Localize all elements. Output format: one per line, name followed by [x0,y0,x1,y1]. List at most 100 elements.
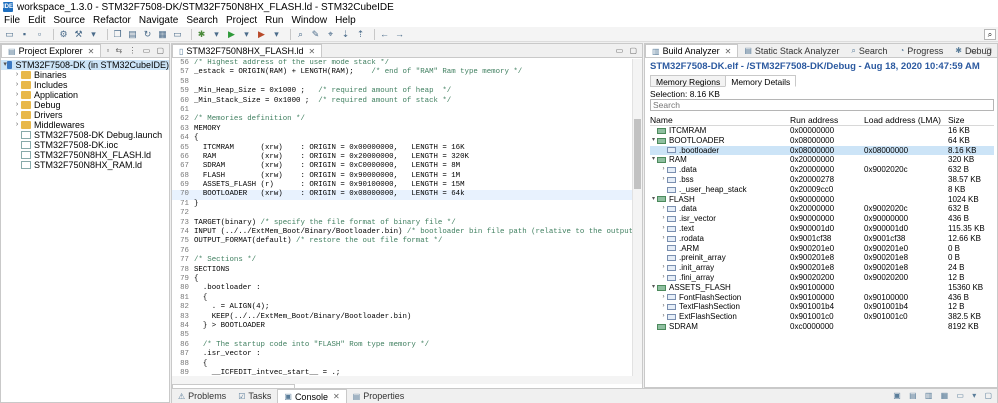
menu-item-refactor[interactable]: Refactor [93,15,131,26]
editor-window-controls[interactable]: ▭ ▢ [616,46,639,55]
table-row[interactable]: .bootloader 0x08000000 0x08000000 8.16 KB [650,145,994,156]
code-line[interactable]: 73 TARGET(binary) /* specify the file for… [172,219,632,228]
code-line[interactable]: 83 KEEP(../../ExtMem_Boot/Binary/Bootloa… [172,313,632,322]
table-row[interactable]: .ARM 0x900201e0 0x900201e0 0 B [650,244,994,254]
tree-item[interactable]: › Includes [1,80,169,90]
forward-icon[interactable]: → [394,29,405,39]
tree-item[interactable]: › Application [1,90,169,100]
tab-static-stack-analyzer[interactable]: ▤ Static Stack Analyzer [738,44,845,57]
save-all-icon[interactable]: ▫ [34,29,45,39]
chevron-icon[interactable]: ▾ [650,283,657,293]
chip-icon[interactable]: ▦ [157,29,168,39]
code-line[interactable]: 85 [172,331,632,340]
chevron-down-icon[interactable]: ▾ [271,29,282,39]
paste-icon[interactable]: ▤ [127,29,138,39]
view-controls[interactable]: ▫ ⇆ ⋮ ▭ ▢ [106,46,166,55]
table-row[interactable]: › .rodata 0x9001cf38 0x9001cf38 12.66 KB [650,234,994,244]
menu-item-navigate[interactable]: Navigate [139,15,178,26]
menu-item-window[interactable]: Window [291,15,327,26]
view-controls[interactable]: ▭ ▢ [971,46,994,55]
copy-icon[interactable]: ❐ [112,29,123,39]
chevron-icon[interactable]: › [660,263,667,273]
code-line[interactable]: 60 _Min_Stack_Size = 0x1000 ; /* required… [172,97,632,106]
table-row[interactable]: SDRAM 0xc0000000 8192 KB [650,322,994,332]
column-header[interactable]: Run address (VMA) [790,114,864,125]
close-icon[interactable]: ✕ [333,392,340,401]
menu-item-search[interactable]: Search [186,15,218,26]
tree-item[interactable]: STM32F7508-DK.ioc [1,140,169,150]
code-line[interactable]: 64 { [172,134,632,143]
code-line[interactable]: 62 /* Memories definition */ [172,115,632,124]
chevron-icon[interactable]: › [13,80,21,90]
code-line[interactable]: 79 { [172,275,632,284]
menu-item-project[interactable]: Project [226,15,257,26]
tab-properties[interactable]: ▤ Properties [347,389,411,403]
save-icon[interactable]: ▪ [19,29,30,39]
code-line[interactable]: 70 BOOTLOADER (xrw) : ORIGIN = 0x0800000… [172,190,632,200]
new-icon[interactable]: ▭ [4,29,15,39]
back-icon[interactable]: ← [379,29,390,39]
annotation-icon[interactable]: ✎ [310,29,321,39]
chevron-icon[interactable]: › [13,110,21,120]
chevron-icon[interactable]: › [13,100,21,110]
table-row[interactable]: › .fini_array 0x90020200 0x90020200 12 B [650,273,994,283]
tab-tasks[interactable]: ☑ Tasks [232,389,277,403]
table-row[interactable]: › .bss 0x20000278 38.57 KB [650,175,994,185]
code-line[interactable]: 61 [172,106,632,115]
quick-access-icon[interactable]: ⌕ [984,29,996,40]
code-line[interactable]: 75 OUTPUT_FORMAT(default) /* restore the … [172,237,632,246]
code-line[interactable]: 69 ASSETS_FLASH (r) : ORIGIN = 0x9010000… [172,181,632,190]
search-input[interactable] [650,99,994,111]
table-row[interactable]: .preinit_array 0x900201e8 0x900201e8 0 B [650,253,994,263]
code-line[interactable]: 58 [172,78,632,87]
pin-icon[interactable]: ⌖ [325,29,336,39]
table-row[interactable]: › ExtFlashSection 0x901001c0 0x901001c0 382.… [650,312,994,322]
code-line[interactable]: 88 { [172,360,632,369]
table-row[interactable]: › .isr_vector 0x90000000 0x90000000 436 B [650,214,994,224]
search-icon[interactable]: ⌕ [295,29,306,39]
chevron-icon[interactable]: › [660,234,667,244]
editor-horizontal-scrollbar[interactable] [172,376,642,384]
build-hammer-icon[interactable]: ⚒ [73,29,84,39]
table-row[interactable]: › .data 0x20000000 0x9002020c 632 B [650,204,994,214]
table-row[interactable]: › .text 0x900001d0 0x900001d0 115.35 KB [650,224,994,234]
tab-progress[interactable]: ◔ Progress [893,44,949,57]
table-row[interactable]: › FontFlashSection 0x90100000 0x90100000 436… [650,293,994,303]
tab-console[interactable]: ▣ Console ✕ [277,389,347,403]
code-line[interactable]: 63 MEMORY [172,125,632,134]
code-line[interactable]: 86 /* The startup code into "FLASH" Rom … [172,341,632,350]
table-row[interactable]: › .data 0x20000000 0x9002020c 632 B [650,165,994,175]
subtab-memory-regions[interactable]: Memory Regions [650,75,727,87]
code-line[interactable]: 89 __ICFEDIT_intvec_start__ = .; [172,369,632,376]
bottom-panel-tools[interactable]: ▣ ▤ ▥ ▦ ▭ ▾ ▢ [893,391,995,400]
menu-item-file[interactable]: File [4,15,20,26]
tree-item[interactable]: › Debug [1,100,169,110]
subtab-memory-details[interactable]: Memory Details [725,75,797,87]
chevron-icon[interactable]: › [660,165,667,175]
code-line[interactable]: 66 RAM (xrw) : ORIGIN = 0x20000000, LENG… [172,153,632,162]
table-row[interactable]: ITCMRAM 0x00000000 16 KB [650,126,994,136]
chevron-icon[interactable]: ▾ [650,136,657,146]
folder-icon[interactable]: ▭ [172,29,183,39]
tree-item[interactable]: › Drivers [1,110,169,120]
tab-search[interactable]: ⌕ Search [845,44,893,57]
code-line[interactable]: 78 SECTIONS [172,266,632,275]
code-area[interactable]: 56 /* Highest address of the user mode st… [172,59,632,376]
tab-build-analyzer[interactable]: ▥ Build Analyzer ✕ [645,44,739,57]
chevron-icon[interactable]: › [13,120,21,130]
tree-item[interactable]: STM32F750N8HX_RAM.ld [1,160,169,170]
code-line[interactable]: 82 . = ALIGN(4); [172,303,632,312]
column-header[interactable]: Size [948,114,994,125]
table-row[interactable]: › TextFlashSection 0x901001b4 0x901001b4 12 … [650,302,994,312]
code-line[interactable]: 72 [172,209,632,218]
chevron-icon[interactable]: › [13,90,21,100]
tree-item[interactable]: › Middlewares [1,120,169,130]
code-line[interactable]: 77 /* Sections */ [172,256,632,265]
tree-item[interactable]: ▾ STM32F7508-DK (in STM32CubeIDE) [1,60,169,70]
code-line[interactable]: 59 _Min_Heap_Size = 0x1000 ; /* required … [172,87,632,96]
tree-item[interactable]: STM32F7508-DK Debug.launch [1,130,169,140]
code-line[interactable]: 84 } > BOOTLOADER [172,322,632,331]
code-line[interactable]: 65 ITCMRAM (xrw) : ORIGIN = 0x00000000, … [172,144,632,153]
next-annotation-icon[interactable]: ⇣ [340,29,351,39]
chevron-icon[interactable]: › [660,175,667,185]
